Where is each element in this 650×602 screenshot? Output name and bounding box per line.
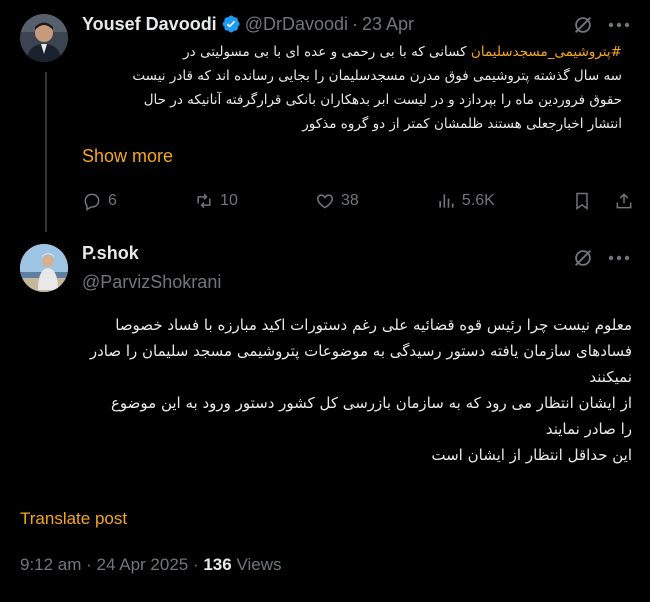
parent-post-line: #پتروشیمی_مسجدسلیمان کسانی که با بی رحمی…: [82, 40, 622, 64]
repost-count: 10: [220, 192, 238, 209]
avatar[interactable]: [20, 14, 68, 62]
main-post-line: این حداقل انتظار از ایشان است: [431, 446, 632, 464]
main-post-line: را صادر نمایند: [545, 420, 632, 438]
main-post-text: معلوم نیست چرا رئیس قوه قضائیه علی رغم د…: [20, 312, 632, 468]
parent-post-header: Yousef Davoodi @DrDavoodi · 23 Apr: [82, 12, 414, 36]
author-handle[interactable]: @ParvizShokrani: [82, 272, 221, 293]
avatar[interactable]: [20, 244, 68, 292]
separator-dot: ·: [352, 13, 358, 34]
like-count: 38: [340, 192, 359, 209]
text-line: کسانی که با بی رحمی و عده ای با بی مسولی…: [183, 44, 467, 60]
reply-count: 6: [108, 192, 117, 209]
like-icon: [316, 194, 334, 209]
reply-button[interactable]: 6: [82, 191, 117, 211]
bookmark-icon[interactable]: [572, 191, 592, 211]
share-icon[interactable]: [614, 191, 634, 211]
views-button[interactable]: 5.6K: [436, 191, 495, 211]
views-count: 136: [203, 555, 232, 574]
repost-icon: [197, 193, 211, 209]
grok-icon[interactable]: [572, 14, 594, 36]
show-more-link[interactable]: Show more: [82, 146, 173, 167]
more-icon[interactable]: [606, 247, 632, 269]
main-post-line: فسادهای سازمان یافته دستور رسیدگی به موض…: [89, 342, 632, 360]
views-icon: [439, 194, 454, 208]
grok-icon[interactable]: [572, 247, 594, 269]
more-icon[interactable]: [606, 14, 632, 36]
views-count: 5.6K: [461, 192, 495, 209]
post-metadata: 9:12 am · 24 Apr 2025 · 136 Views: [20, 555, 281, 575]
reply-icon: [84, 193, 100, 211]
parent-post-line: سه سال گذشته پتروشیمی فوق مدرن مسجدسلیما…: [132, 68, 622, 84]
post-date[interactable]: 23 Apr: [362, 14, 414, 35]
author-name[interactable]: Yousef Davoodi: [82, 14, 217, 35]
parent-post-line: حقوق فروردین ماه را بپردازد و در لیست اب…: [143, 92, 622, 108]
main-post-line: معلوم نیست چرا رئیس قوه قضائیه علی رغم د…: [115, 316, 632, 334]
author-handle[interactable]: @DrDavoodi: [245, 14, 348, 35]
verified-badge-icon: [221, 14, 241, 34]
like-button[interactable]: 38: [315, 191, 359, 211]
views-label: Views: [231, 555, 282, 574]
thread-connector-line: [45, 72, 47, 232]
post-timestamp[interactable]: 9:12 am · 24 Apr 2025 ·: [20, 555, 203, 574]
parent-post-line: انتشار اخبارجعلی هستند ظلمشان کمتر از دو…: [302, 116, 622, 132]
post-actions-bar: 6 10 38 5.6K: [82, 188, 634, 214]
main-post-line: از ایشان انتظار می رود که به سازمان بازر…: [110, 394, 632, 412]
parent-post-text: #پتروشیمی_مسجدسلیمان کسانی که با بی رحمی…: [82, 40, 622, 136]
main-post-line: نمیکنند: [589, 368, 632, 386]
post-page: Yousef Davoodi @DrDavoodi · 23 Apr #پترو…: [0, 0, 650, 602]
repost-button[interactable]: 10: [194, 191, 238, 211]
hashtag-link[interactable]: #پتروشیمی_مسجدسلیمان: [471, 44, 622, 60]
post-end-actions: [572, 191, 634, 211]
translate-post-link[interactable]: Translate post: [20, 509, 127, 529]
author-name[interactable]: P.shok: [82, 243, 139, 264]
